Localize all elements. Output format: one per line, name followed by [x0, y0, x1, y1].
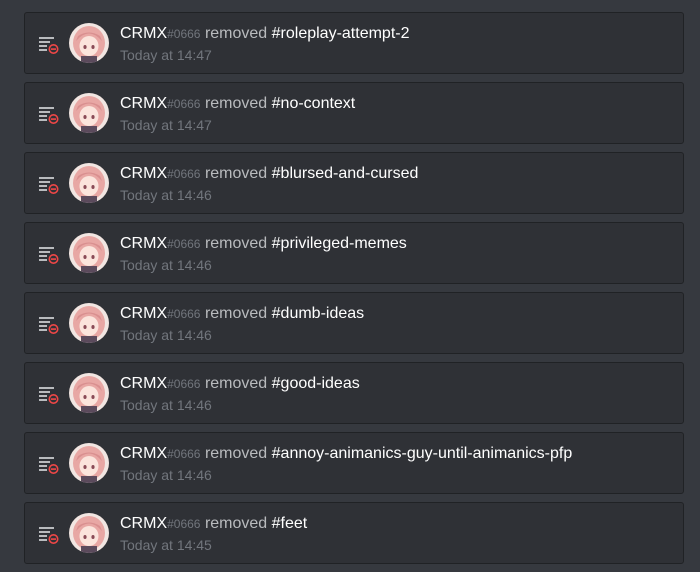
username[interactable]: CRMX [120, 305, 167, 322]
timestamp: Today at 14:45 [120, 537, 212, 553]
username[interactable]: CRMX [120, 515, 167, 532]
channel-name: #annoy-animanics-guy-until-animanics-pfp [271, 445, 573, 462]
user-discriminator: #0666 [167, 237, 201, 251]
username[interactable]: CRMX [120, 165, 167, 182]
action-label: removed [204, 95, 268, 112]
username[interactable]: CRMX [120, 445, 167, 462]
audit-log-entry[interactable]: CRMX#0666 removed #dumb-ideas Today at 1… [24, 292, 684, 354]
user-discriminator: #0666 [167, 377, 201, 391]
action-label: removed [204, 515, 268, 532]
username[interactable]: CRMX [120, 25, 167, 42]
audit-log-entry[interactable]: CRMX#0666 removed #roleplay-attempt-2 To… [24, 12, 684, 74]
channel-name: #good-ideas [271, 375, 360, 392]
log-entry-text: CRMX#0666 removed #blursed-and-cursed [120, 164, 418, 184]
channel-delete-icon [38, 175, 60, 195]
channel-delete-icon [38, 35, 60, 55]
channel-name: #dumb-ideas [271, 305, 365, 322]
user-discriminator: #0666 [167, 307, 201, 321]
username[interactable]: CRMX [120, 235, 167, 252]
channel-name: #feet [271, 515, 308, 532]
log-entry-text: CRMX#0666 removed #no-context [120, 94, 355, 114]
avatar[interactable] [69, 163, 109, 203]
avatar[interactable] [69, 303, 109, 343]
avatar[interactable] [69, 443, 109, 483]
user-discriminator: #0666 [167, 167, 201, 181]
log-entry-text: CRMX#0666 removed #annoy-animanics-guy-u… [120, 444, 572, 464]
avatar[interactable] [69, 23, 109, 63]
timestamp: Today at 14:47 [120, 117, 212, 133]
channel-name: #blursed-and-cursed [271, 165, 419, 182]
timestamp: Today at 14:47 [120, 47, 212, 63]
log-entry-text: CRMX#0666 removed #good-ideas [120, 374, 360, 394]
user-discriminator: #0666 [167, 27, 201, 41]
action-label: removed [204, 375, 268, 392]
user-discriminator: #0666 [167, 97, 201, 111]
channel-delete-icon [38, 315, 60, 335]
log-entry-text: CRMX#0666 removed #dumb-ideas [120, 304, 364, 324]
channel-name: #roleplay-attempt-2 [271, 25, 410, 42]
action-label: removed [204, 165, 268, 182]
audit-log-entry[interactable]: CRMX#0666 removed #blursed-and-cursed To… [24, 152, 684, 214]
user-discriminator: #0666 [167, 517, 201, 531]
audit-log-entry[interactable]: CRMX#0666 removed #privileged-memes Toda… [24, 222, 684, 284]
audit-log-entry[interactable]: CRMX#0666 removed #annoy-animanics-guy-u… [24, 432, 684, 494]
timestamp: Today at 14:46 [120, 257, 212, 273]
timestamp: Today at 14:46 [120, 467, 212, 483]
action-label: removed [204, 305, 268, 322]
channel-delete-icon [38, 105, 60, 125]
action-label: removed [204, 445, 268, 462]
channel-delete-icon [38, 245, 60, 265]
avatar[interactable] [69, 93, 109, 133]
action-label: removed [204, 25, 268, 42]
timestamp: Today at 14:46 [120, 327, 212, 343]
log-entry-text: CRMX#0666 removed #privileged-memes [120, 234, 407, 254]
timestamp: Today at 14:46 [120, 187, 212, 203]
audit-log-entry[interactable]: CRMX#0666 removed #no-context Today at 1… [24, 82, 684, 144]
log-entry-text: CRMX#0666 removed #roleplay-attempt-2 [120, 24, 409, 44]
timestamp: Today at 14:46 [120, 397, 212, 413]
channel-name: #privileged-memes [271, 235, 407, 252]
avatar[interactable] [69, 233, 109, 273]
user-discriminator: #0666 [167, 447, 201, 461]
username[interactable]: CRMX [120, 375, 167, 392]
log-entry-text: CRMX#0666 removed #feet [120, 514, 307, 534]
audit-log-list: CRMX#0666 removed #roleplay-attempt-2 To… [24, 12, 684, 572]
action-label: removed [204, 235, 268, 252]
avatar[interactable] [69, 513, 109, 553]
avatar[interactable] [69, 373, 109, 413]
channel-delete-icon [38, 455, 60, 475]
channel-delete-icon [38, 525, 60, 545]
audit-log-entry[interactable]: CRMX#0666 removed #feet Today at 14:45 [24, 502, 684, 564]
channel-name: #no-context [271, 95, 356, 112]
username[interactable]: CRMX [120, 95, 167, 112]
audit-log-entry[interactable]: CRMX#0666 removed #good-ideas Today at 1… [24, 362, 684, 424]
channel-delete-icon [38, 385, 60, 405]
